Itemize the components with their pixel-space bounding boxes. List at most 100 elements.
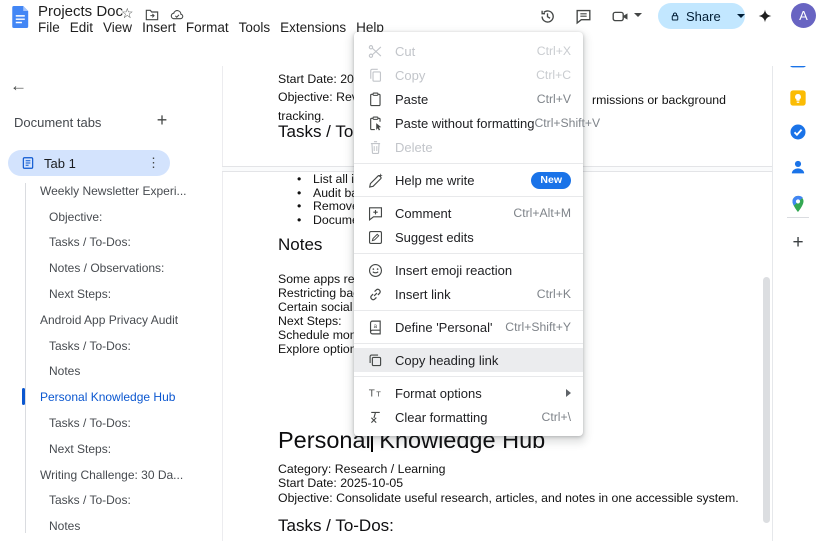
menu-edit[interactable]: Edit <box>65 20 98 36</box>
document-tabs-sidebar: ← Document tabs + Tab 1 ⋮ Weekly Newslet… <box>0 66 208 541</box>
maps-icon[interactable] <box>788 194 808 214</box>
get-addons-button[interactable]: + <box>788 233 808 253</box>
tasks-icon[interactable] <box>788 122 808 142</box>
menu-item-shortcut: Ctrl+K <box>537 287 571 301</box>
share-dropdown[interactable] <box>729 14 753 18</box>
suggest-edits-menu-item[interactable]: Suggest edits <box>354 225 583 249</box>
trash-icon <box>367 139 384 156</box>
comment-menu-item[interactable]: Comment Ctrl+Alt+M <box>354 201 583 225</box>
paste-without-formatting-menu-item[interactable]: Paste without formattingCtrl+Shift+V <box>354 111 583 135</box>
outline-item-notes-observations[interactable]: Notes / Observations: <box>0 255 207 281</box>
tab-more-options-icon[interactable]: ⋮ <box>147 155 160 171</box>
insert-link-menu-item[interactable]: Insert linkCtrl+K <box>354 282 583 306</box>
account-avatar[interactable]: A <box>791 3 816 28</box>
menu-tools[interactable]: Tools <box>234 20 276 36</box>
document-tabs-header: Document tabs <box>14 115 101 130</box>
menu-item-shortcut: Ctrl+\ <box>542 410 571 424</box>
document-text-line: Category: Research / Learning <box>278 462 739 476</box>
outline-item-label: Notes <box>49 364 80 378</box>
copy-menu-item[interactable]: CopyCtrl+C <box>354 63 583 87</box>
tasks-heading-fragment: Tasks / To- <box>278 122 359 142</box>
cut-menu-item[interactable]: Cut Ctrl+X <box>354 39 583 63</box>
google-docs-logo-icon[interactable] <box>12 6 29 28</box>
outline-item-tasks-to-dos[interactable]: Tasks / To-Dos: <box>0 333 207 359</box>
help-me-write-menu-item[interactable]: Help me writeNew <box>354 168 583 192</box>
bullet-list: •List all in•Audit ba•Remove•Docume <box>297 173 361 227</box>
contacts-icon[interactable] <box>788 157 808 177</box>
back-arrow-icon[interactable]: ← <box>10 76 27 96</box>
document-title[interactable]: Projects Doc <box>38 3 123 20</box>
share-label: Share <box>686 9 721 24</box>
magic-pencil-icon <box>367 172 384 189</box>
outline-item-label: Tasks / To-Dos: <box>49 339 131 353</box>
copy-heading-link-menu-item[interactable]: Copy heading link <box>354 348 583 372</box>
outline-item-objective[interactable]: Objective: <box>0 204 207 230</box>
menu-item-shortcut: Ctrl+X <box>537 44 571 58</box>
outline-item-writing-challenge-30-da[interactable]: Writing Challenge: 30 Da... <box>0 462 207 488</box>
tab-item-tab1[interactable]: Tab 1 ⋮ <box>8 150 170 176</box>
define-personal-menu-item[interactable]: aDefine 'Personal'Ctrl+Shift+Y <box>354 315 583 339</box>
paste-plain-icon <box>367 115 384 132</box>
outline-item-tasks-to-dos[interactable]: Tasks / To-Dos: <box>0 230 207 256</box>
outline-item-label: Notes <box>49 519 80 533</box>
menu-extensions[interactable]: Extensions <box>275 20 351 36</box>
bullet-dot: • <box>297 200 313 214</box>
notes-heading: Notes <box>278 235 322 255</box>
menu-item-label: Clear formatting <box>395 410 487 425</box>
dictionary-icon: a <box>367 319 384 336</box>
emoji-icon <box>367 262 384 279</box>
menu-insert[interactable]: Insert <box>137 20 181 36</box>
vertical-scrollbar[interactable] <box>763 277 770 523</box>
menu-item-label: Copy heading link <box>395 353 498 368</box>
outline-item-notes[interactable]: Notes <box>0 513 207 539</box>
menu-item-label: Copy <box>395 68 425 83</box>
menu-separator <box>354 343 583 344</box>
outline-item-tasks-to-dos[interactable]: Tasks / To-Dos: <box>0 410 207 436</box>
video-call-dropdown-icon[interactable] <box>634 13 642 17</box>
video-call-icon[interactable] <box>611 7 630 26</box>
delete-menu-item[interactable]: Delete <box>354 135 583 159</box>
link-icon <box>367 286 384 303</box>
tasks-heading: Tasks / To-Dos: <box>278 516 394 536</box>
insert-emoji-reaction-menu-item[interactable]: Insert emoji reaction <box>354 258 583 282</box>
outline-item-next-steps[interactable]: Next Steps: <box>0 436 207 462</box>
comments-icon[interactable] <box>574 7 593 26</box>
menu-item-label: Cut <box>395 44 415 59</box>
outline-item-label: Next Steps: <box>49 287 111 301</box>
star-icon[interactable]: ☆ <box>121 5 137 21</box>
add-tab-button[interactable]: + <box>152 110 172 131</box>
menu-format[interactable]: Format <box>181 20 234 36</box>
outline-item-next-steps[interactable]: Next Steps: <box>0 281 207 307</box>
outline-item-label: Weekly Newsletter Experi... <box>40 184 187 198</box>
outline-item-personal-knowledge-hub[interactable]: Personal Knowledge Hub <box>0 384 207 410</box>
menu-item-shortcut: Ctrl+Alt+M <box>513 206 571 220</box>
format-options-icon: TT <box>367 385 384 402</box>
gemini-icon[interactable] <box>757 8 773 24</box>
bullet-text: Docume <box>313 213 359 227</box>
menu-view[interactable]: View <box>98 20 137 36</box>
share-main[interactable]: Share <box>658 3 729 29</box>
menu-file[interactable]: File <box>33 20 65 36</box>
share-button[interactable]: Share <box>658 3 745 29</box>
menu-separator <box>354 196 583 197</box>
outline-item-notes[interactable]: Notes <box>0 359 207 385</box>
paste-menu-item[interactable]: PasteCtrl+V <box>354 87 583 111</box>
menu-item-shortcut: Ctrl+Shift+V <box>534 116 600 130</box>
menu-item-label: Insert emoji reaction <box>395 263 512 278</box>
outline-item-label: Writing Challenge: 30 Da... <box>40 468 183 482</box>
outline-item-label: Android App Privacy Audit <box>40 313 178 327</box>
outline-item-label: Objective: <box>49 210 102 224</box>
menu-item-shortcut: Ctrl+V <box>537 92 571 106</box>
menu-item-label: Comment <box>395 206 451 221</box>
format-options-menu-item[interactable]: TTFormat options <box>354 381 583 405</box>
outline-item-label: Tasks / To-Dos: <box>49 416 131 430</box>
outline-item-android-app-privacy-audit[interactable]: Android App Privacy Audit <box>0 307 207 333</box>
clear-formatting-menu-item[interactable]: Clear formatting Ctrl+\ <box>354 405 583 429</box>
document-text-line: Objective: Consolidate useful research, … <box>278 491 739 505</box>
bullet-text: Remove <box>313 199 359 213</box>
keep-icon[interactable] <box>788 88 808 108</box>
outline-item-tasks-to-dos[interactable]: Tasks / To-Dos: <box>0 488 207 514</box>
version-history-icon[interactable] <box>538 7 557 26</box>
tab-label: Tab 1 <box>44 156 76 171</box>
outline-item-weekly-newsletter-experi[interactable]: Weekly Newsletter Experi... <box>0 178 207 204</box>
